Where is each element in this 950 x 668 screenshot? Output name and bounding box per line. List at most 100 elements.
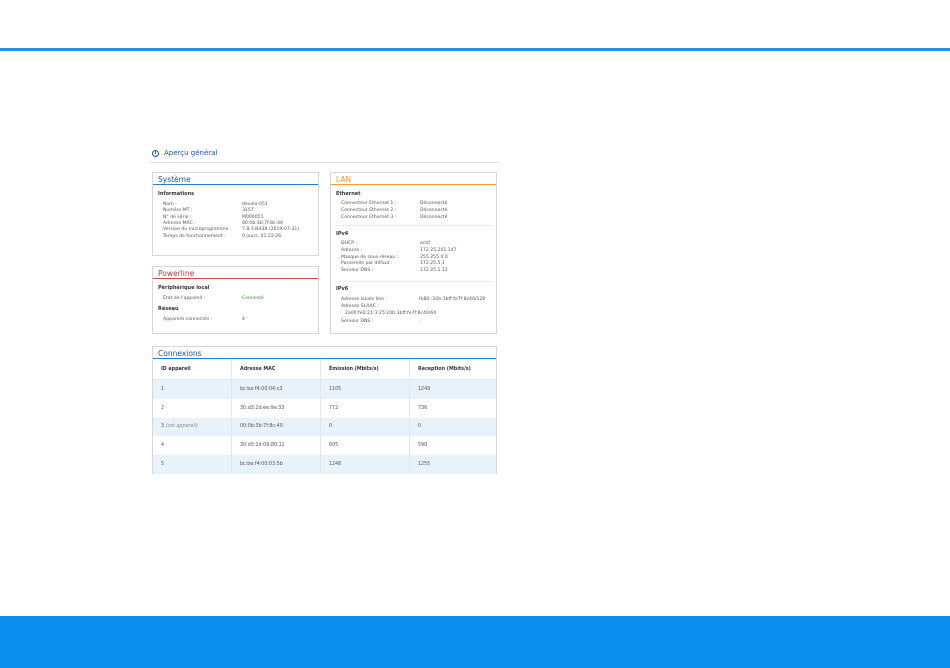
mac-cell: bc:be:f4:00:03:5b bbox=[231, 455, 321, 474]
table-row: 2 30:d3:2d:ee:9e:33 772 736 bbox=[153, 398, 496, 418]
rx-cell-text: 1249 bbox=[418, 386, 431, 392]
rx-cell-text: 590 bbox=[418, 443, 428, 449]
system-info-label: Numéro MT : bbox=[163, 208, 193, 214]
mac-cell-text: 00:0b:3b:7f:8c:40 bbox=[240, 424, 283, 430]
connections-panel-title: Connexions bbox=[153, 347, 496, 359]
info-icon: i bbox=[152, 149, 159, 157]
lan-divider bbox=[335, 281, 493, 282]
connections-table: ID appareil Adresse MAC Émission (Mbits/… bbox=[153, 359, 496, 474]
ipv4-value: 172.25.5.1 bbox=[420, 261, 445, 267]
tx-cell-text: 772 bbox=[329, 405, 339, 411]
system-info-value: M000051 bbox=[242, 214, 264, 220]
mac-cell: bc:be:f4:00:04:c3 bbox=[231, 379, 321, 399]
system-info-value: devolo-051 bbox=[242, 202, 268, 207]
ipv4-value: 172.25.201.147 bbox=[420, 247, 457, 253]
page-title-text: Aperçu général bbox=[164, 149, 218, 157]
mac-cell-text: bc:be:f4:00:04:c3 bbox=[240, 386, 283, 392]
ipv4-heading: IPv4 bbox=[336, 231, 349, 237]
mac-cell-text: bc:be:f4:00:03:5b bbox=[240, 462, 283, 468]
top-accent-line bbox=[0, 48, 950, 51]
tx-cell: 1248 bbox=[320, 455, 410, 474]
tx-cell-text: 0 bbox=[329, 424, 333, 430]
ipv6-slaac-label: Adresse SLAAC : bbox=[341, 304, 379, 309]
mac-cell-text: 30:d3:2d:ee:9e:33 bbox=[240, 405, 285, 411]
device-status-value: Connecté bbox=[242, 296, 264, 301]
device-id-cell-text: 5 bbox=[161, 462, 165, 468]
tx-cell: 772 bbox=[320, 398, 410, 418]
rx-cell-text: 736 bbox=[418, 405, 428, 411]
system-panel: Système Informations Nom : devolo-051 Numé… bbox=[152, 172, 319, 256]
system-info-value: 7.8.3.N438 (2019-07-31) bbox=[242, 227, 300, 233]
tx-cell-text: 605 bbox=[329, 443, 339, 449]
device-id-cell-text: 4 bbox=[161, 443, 165, 449]
rx-cell: 1255 bbox=[409, 455, 496, 474]
header-rx: Réception (Mbits/s) bbox=[409, 359, 496, 380]
network-heading: Réseau bbox=[158, 306, 179, 312]
ipv4-value: 255.255.0.0 bbox=[420, 254, 448, 260]
system-info-label: Version du microprogramme : bbox=[163, 227, 232, 233]
table-row: 3 (cet appareil) 00:0b:3b:7f:8c:40 0 0 bbox=[153, 417, 496, 437]
ethernet-port-value: Déconnecté bbox=[420, 208, 448, 213]
device-status-label: État de l'appareil : bbox=[163, 296, 206, 301]
ipv6-dns-value: - bbox=[419, 319, 421, 324]
device-id-cell: 5 bbox=[153, 455, 232, 474]
mac-cell: 30:d3:2d:ee:9e:33 bbox=[231, 398, 321, 418]
ethernet-port-label: Connecteur Ethernet 2 : bbox=[341, 208, 397, 213]
mac-cell: 30:d3:2d:09:80:12 bbox=[231, 436, 321, 456]
system-info-label: N° de série : bbox=[163, 214, 192, 220]
rx-cell: 736 bbox=[409, 398, 496, 418]
tx-cell: 1105 bbox=[320, 379, 410, 399]
ipv6-dns-label: Serveur DNS : bbox=[341, 319, 374, 324]
ethernet-heading: Ethernet bbox=[336, 191, 361, 197]
tx-cell: 605 bbox=[320, 436, 410, 456]
system-info-label: Temps de fonctionnement : bbox=[163, 233, 226, 239]
title-divider bbox=[150, 162, 500, 163]
system-info-value: 3157 bbox=[242, 208, 254, 214]
device-id-cell-text: 1 bbox=[161, 386, 165, 392]
ethernet-port-value: Déconnecté bbox=[420, 215, 448, 220]
lan-divider bbox=[335, 225, 493, 226]
rx-cell: 0 bbox=[409, 417, 496, 437]
table-header-row: ID appareil Adresse MAC Émission (Mbits/… bbox=[153, 359, 496, 380]
page-title: i Aperçu général bbox=[152, 149, 217, 157]
footer-bar bbox=[0, 616, 950, 668]
rx-cell-text: 0 bbox=[418, 424, 422, 430]
this-device-note: (cet appareil) bbox=[165, 424, 198, 430]
ipv6-link-label: Adresse locale lien : bbox=[341, 297, 387, 302]
lan-panel: LAN Ethernet Connecteur Ethernet 1 : Déco… bbox=[330, 172, 497, 334]
system-info-label: Nom : bbox=[163, 202, 177, 207]
ethernet-port-value: Déconnecté bbox=[420, 201, 448, 206]
device-id-cell-text: 3 bbox=[161, 424, 165, 430]
ipv6-link-value: fe80::20b:3bff:fe7f:8c40/128 bbox=[419, 297, 486, 302]
ipv6-slaac-value: 2a00:fe0:21:3:25:20b:3bff:fe7f:8c40/64 bbox=[345, 311, 437, 316]
ipv4-label: Passerelle par défaut : bbox=[341, 261, 393, 267]
table-row: 5 bc:be:f4:00:03:5b 1248 1255 bbox=[153, 455, 496, 474]
tx-cell-text: 1105 bbox=[329, 386, 342, 392]
ipv4-label: Adresse : bbox=[341, 247, 363, 253]
rx-cell: 590 bbox=[409, 436, 496, 456]
local-device-heading: Périphérique local bbox=[158, 285, 210, 291]
mac-cell-text: 30:d3:2d:09:80:12 bbox=[240, 443, 285, 449]
system-info-value: 0 jours, 01:22:26 bbox=[242, 233, 282, 239]
ethernet-port-label: Connecteur Ethernet 1 : bbox=[341, 201, 397, 206]
connected-devices-value: 4 bbox=[242, 317, 245, 322]
ipv4-label: Serveur DNS : bbox=[341, 268, 374, 274]
device-id-cell: 3 (cet appareil) bbox=[153, 417, 232, 437]
lan-panel-title: LAN bbox=[331, 173, 496, 185]
rx-cell: 1249 bbox=[409, 379, 496, 399]
system-info-heading: Informations bbox=[158, 191, 195, 197]
header-mac: Adresse MAC bbox=[231, 359, 321, 380]
table-row: 1 bc:be:f4:00:04:c3 1105 1249 bbox=[153, 379, 496, 399]
mac-cell: 00:0b:3b:7f:8c:40 bbox=[231, 417, 321, 437]
ipv4-label: Masque de sous-réseau : bbox=[341, 254, 399, 260]
header-tx: Émission (Mbits/s) bbox=[320, 359, 410, 380]
table-row: 4 30:d3:2d:09:80:12 605 590 bbox=[153, 436, 496, 456]
header-device-id: ID appareil bbox=[153, 359, 232, 380]
system-panel-title: Système bbox=[153, 173, 318, 185]
powerline-panel: Powerline Périphérique local État de l'a… bbox=[152, 266, 319, 334]
ethernet-port-label: Connecteur Ethernet 3 : bbox=[341, 215, 397, 220]
tx-cell: 0 bbox=[320, 417, 410, 437]
device-id-cell-text: 2 bbox=[161, 405, 165, 411]
system-info-label: Adresse MAC : bbox=[163, 220, 196, 226]
ipv6-heading: IPv6 bbox=[336, 286, 349, 292]
